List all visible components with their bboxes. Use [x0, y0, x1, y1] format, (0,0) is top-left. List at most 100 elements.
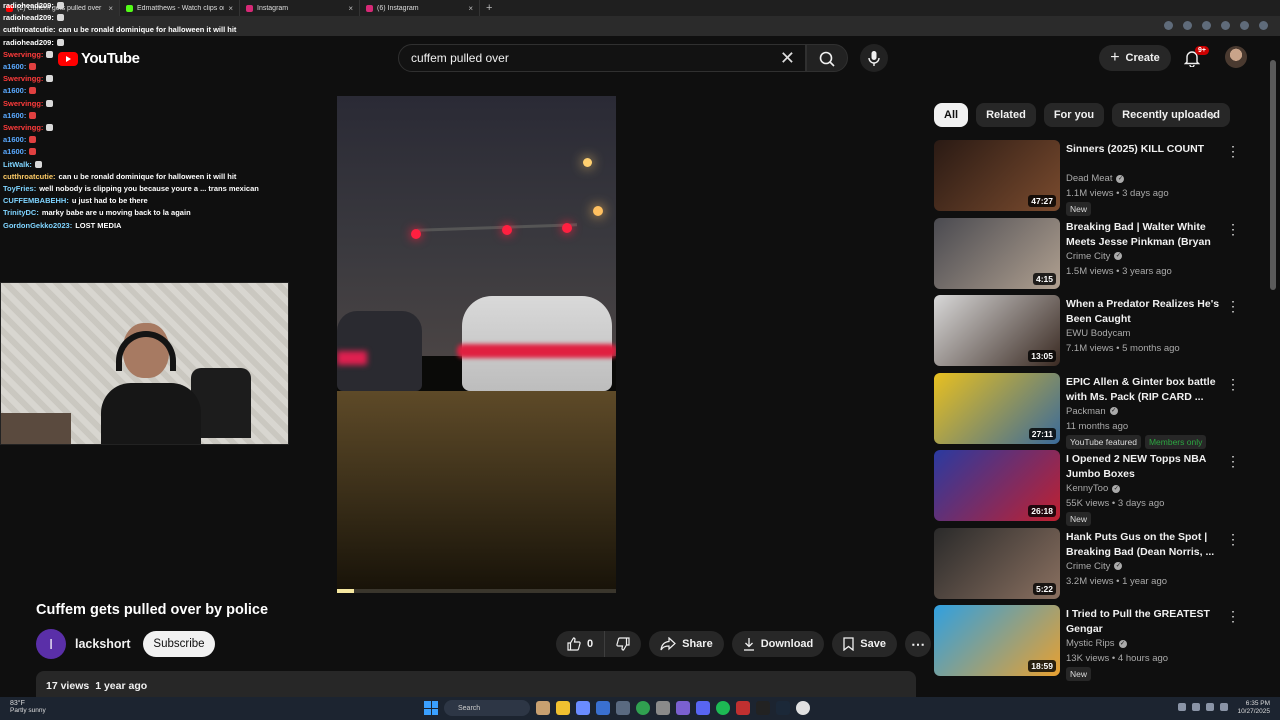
chevron-right-icon[interactable]: ›	[1210, 107, 1215, 123]
recommended-video-title[interactable]: Sinners (2025) KILL COUNT	[1066, 142, 1222, 157]
profile-icon[interactable]	[1259, 21, 1268, 30]
recommended-channel[interactable]: Crime City ✓	[1066, 251, 1123, 262]
video-thumbnail[interactable]: 18:59	[934, 605, 1060, 676]
recommended-video[interactable]: 18:59 I Tried to Pull the GREATEST Gengar…	[934, 605, 1244, 683]
video-progress-bar[interactable]	[337, 589, 616, 593]
download-button[interactable]: Download	[731, 631, 825, 657]
weather-widget[interactable]: 83°F Partly sunny	[10, 700, 46, 714]
more-options-icon[interactable]: ⋮	[1226, 454, 1240, 468]
app-icon[interactable]	[576, 701, 590, 715]
chat-username: Swervingg:	[3, 98, 44, 108]
extension-icon[interactable]	[1240, 21, 1249, 30]
channel-name[interactable]: lackshort	[75, 637, 131, 651]
search-input[interactable]: cuffem pulled over	[411, 51, 509, 65]
file-explorer-icon[interactable]	[556, 701, 570, 715]
chat-username: CUFFEMBABEHH:	[3, 196, 69, 206]
like-count: 0	[587, 638, 594, 650]
filter-chip[interactable]: Related	[976, 103, 1036, 127]
account-avatar[interactable]	[1225, 46, 1247, 68]
description-box[interactable]: 17 views 1 year ago	[36, 671, 916, 697]
extension-icon[interactable]	[1164, 21, 1173, 30]
filter-chip[interactable]: All	[934, 103, 969, 127]
voice-search-button[interactable]	[860, 44, 888, 72]
video-thumbnail[interactable]: 4:15	[934, 217, 1060, 289]
browser-tab[interactable]: (6) Instagram ×	[360, 0, 480, 16]
thumbs-up-icon	[567, 637, 581, 651]
close-icon[interactable]: ×	[348, 4, 353, 13]
chrome-icon[interactable]	[636, 701, 650, 715]
recommended-video[interactable]: 47:27 Sinners (2025) KILL COUNT Dead Meat ✓…	[934, 140, 1244, 218]
volume-icon[interactable]	[1220, 703, 1228, 711]
search-box[interactable]: cuffem pulled over ✕	[398, 44, 806, 72]
spotify-icon[interactable]	[716, 701, 730, 715]
recommended-channel[interactable]: Dead Meat ✓	[1066, 173, 1125, 184]
scrollbar-thumb[interactable]	[1270, 60, 1276, 290]
extension-icon[interactable]	[1221, 21, 1230, 30]
save-button[interactable]: Save	[832, 631, 897, 657]
recommended-video-title[interactable]: I Tried to Pull the GREATEST Gengar	[1066, 607, 1222, 637]
app-icon[interactable]	[756, 701, 770, 715]
taskbar-search[interactable]: Search	[444, 700, 530, 716]
recommended-video-title[interactable]: I Opened 2 NEW Topps NBA Jumbo Boxes	[1066, 452, 1222, 482]
recommended-video-title[interactable]: When a Predator Realizes He's Been Caugh…	[1066, 297, 1222, 327]
app-icon[interactable]	[736, 701, 750, 715]
recommended-video[interactable]: 27:11 EPIC Allen & Ginter box battle with…	[934, 372, 1244, 451]
steam-icon[interactable]	[776, 701, 790, 715]
more-actions-button[interactable]: ⋯	[904, 631, 931, 657]
more-options-icon[interactable]: ⋮	[1226, 222, 1240, 236]
app-icon[interactable]	[676, 701, 690, 715]
app-icon[interactable]	[656, 701, 670, 715]
recommended-video[interactable]: 4:15 Breaking Bad | Walter White Meets Je…	[934, 217, 1244, 296]
more-options-icon[interactable]: ⋮	[1226, 299, 1240, 313]
video-thumbnail[interactable]: 26:18	[934, 450, 1060, 521]
page-scrollbar[interactable]	[1270, 40, 1276, 692]
search-button[interactable]	[806, 44, 848, 72]
channel-avatar[interactable]: l	[36, 629, 66, 659]
close-icon[interactable]: ×	[468, 4, 473, 13]
recommended-channel[interactable]: KennyToo ✓	[1066, 483, 1121, 494]
filter-chip[interactable]: For you	[1043, 103, 1105, 127]
extension-icon[interactable]	[1183, 21, 1192, 30]
more-options-icon[interactable]: ⋮	[1226, 377, 1240, 391]
recommended-video[interactable]: 5:22 Hank Puts Gus on the Spot | Breaking…	[934, 527, 1244, 606]
recommended-channel[interactable]: Crime City ✓	[1066, 561, 1123, 572]
extension-icon[interactable]	[1202, 21, 1211, 30]
app-icon[interactable]	[596, 701, 610, 715]
create-label: Create	[1125, 52, 1160, 64]
new-tab-icon[interactable]: +	[480, 2, 498, 14]
tray-icon[interactable]	[1192, 703, 1200, 711]
dislike-button[interactable]	[605, 631, 642, 657]
video-thumbnail[interactable]: 13:05	[934, 295, 1060, 366]
app-icon[interactable]	[616, 701, 630, 715]
more-options-icon[interactable]: ⋮	[1226, 144, 1240, 158]
create-button[interactable]: + Create	[1099, 45, 1171, 71]
video-thumbnail[interactable]: 47:27	[934, 140, 1060, 211]
like-button[interactable]: 0	[556, 631, 606, 657]
emote-icon	[46, 50, 54, 58]
taskbar-clock[interactable]: 6:35 PM 10/27/2025	[1237, 700, 1270, 716]
wifi-icon[interactable]	[1206, 703, 1214, 711]
more-options-icon[interactable]: ⋮	[1226, 609, 1240, 623]
video-player[interactable]	[337, 96, 616, 593]
more-options-icon[interactable]: ⋮	[1226, 532, 1240, 546]
share-button[interactable]: Share	[649, 631, 724, 657]
video-thumbnail[interactable]: 5:22	[934, 527, 1060, 599]
recommended-video-title[interactable]: Breaking Bad | Walter White Meets Jesse …	[1066, 220, 1222, 250]
webcam-overlay	[0, 282, 289, 445]
recommended-channel[interactable]: Packman ✓	[1066, 406, 1118, 417]
recommended-video[interactable]: 26:18 I Opened 2 NEW Topps NBA Jumbo Boxe…	[934, 450, 1244, 528]
media-player-icon[interactable]	[796, 701, 810, 715]
recommended-video-title[interactable]: EPIC Allen & Ginter box battle with Ms. …	[1066, 375, 1222, 405]
taskbar-apps: Search	[424, 700, 810, 716]
tray-icon[interactable]	[1178, 703, 1186, 711]
discord-icon[interactable]	[696, 701, 710, 715]
subscribe-button[interactable]: Subscribe	[143, 631, 215, 657]
recommended-channel[interactable]: EWU Bodycam	[1066, 328, 1130, 339]
recommended-channel[interactable]: Mystic Rips ✓	[1066, 638, 1127, 649]
video-thumbnail[interactable]: 27:11	[934, 372, 1060, 444]
windows-start-icon[interactable]	[424, 701, 438, 715]
recommended-video[interactable]: 13:05 When a Predator Realizes He's Been …	[934, 295, 1244, 373]
close-icon[interactable]: ✕	[780, 48, 795, 68]
recommended-video-title[interactable]: Hank Puts Gus on the Spot | Breaking Bad…	[1066, 530, 1222, 560]
app-icon[interactable]	[536, 701, 550, 715]
